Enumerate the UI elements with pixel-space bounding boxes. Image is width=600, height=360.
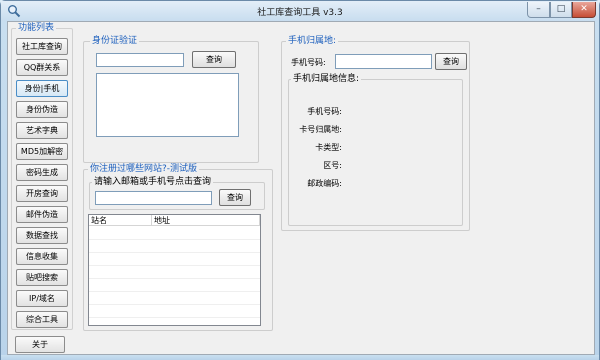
phone-number-input[interactable]: [335, 54, 432, 69]
phone-location-legend: 手机归属地:: [286, 36, 339, 46]
list-gridline: [89, 252, 260, 253]
email-phone-input[interactable]: [95, 191, 212, 205]
id-verify-legend: 身份证验证: [90, 36, 140, 46]
sidebar-item-md5[interactable]: MD5加解密: [16, 143, 68, 160]
site-check-group: 你注册过哪些网站?-测试版 请输入邮箱或手机号点击查询 查询 站名 地址: [83, 164, 273, 331]
sidebar-item-art-dict[interactable]: 艺术字典: [16, 122, 68, 139]
maximize-button[interactable]: □: [550, 2, 572, 18]
column-address[interactable]: 地址: [152, 215, 260, 226]
sidebar-item-ip-domain[interactable]: IP/域名: [16, 290, 68, 307]
sidebar-item-mail-forge[interactable]: 邮件伪造: [16, 206, 68, 223]
info-label-phone-number: 手机号码:: [307, 107, 342, 116]
sidebar-item-qq-group[interactable]: QQ群关系: [16, 59, 68, 76]
site-list-header: 站名 地址: [89, 215, 260, 226]
function-list-group: 功能列表 社工库查询 QQ群关系 身份|手机 身份伪造 艺术字典 MD5加解密 …: [11, 23, 73, 330]
info-label-card-type: 卡类型:: [315, 143, 342, 152]
sidebar-item-hotel-query[interactable]: 开房查询: [16, 185, 68, 202]
minimize-icon: –: [536, 4, 541, 14]
window-title: 社工库查询工具 v3.3: [257, 8, 343, 18]
list-gridline: [89, 239, 260, 240]
site-check-inner-group: 请输入邮箱或手机号点击查询 查询: [89, 177, 265, 210]
info-label-postal-code: 邮政编码:: [307, 179, 342, 188]
phone-info-group: 手机归属地信息: 手机号码: 卡号归属地: 卡类型: 区号: 邮政编码:: [288, 74, 463, 226]
client-area: 功能列表 社工库查询 QQ群关系 身份|手机 身份伪造 艺术字典 MD5加解密 …: [7, 21, 595, 355]
phone-info-legend: 手机归属地信息:: [291, 74, 362, 84]
info-label-area-code: 区号:: [323, 161, 342, 170]
title-bar: 社工库查询工具 v3.3 – □ ✕: [1, 1, 599, 21]
column-site-name[interactable]: 站名: [89, 215, 152, 226]
id-result-box[interactable]: [96, 73, 239, 137]
sidebar-item-id-phone[interactable]: 身份|手机: [16, 80, 68, 97]
list-gridline: [89, 317, 260, 318]
id-verify-group: 身份证验证 查询: [83, 36, 259, 163]
site-check-inner-legend: 请输入邮箱或手机号点击查询: [92, 177, 214, 187]
sidebar-item-password-gen[interactable]: 密码生成: [16, 164, 68, 181]
site-query-button[interactable]: 查询: [219, 189, 251, 206]
list-gridline: [89, 291, 260, 292]
sidebar-item-misc-tools[interactable]: 综合工具: [16, 311, 68, 328]
maximize-icon: □: [556, 4, 566, 14]
minimize-button[interactable]: –: [527, 2, 550, 18]
list-gridline: [89, 265, 260, 266]
window-bottom-border: [1, 355, 599, 360]
sidebar-item-data-search[interactable]: 数据查找: [16, 227, 68, 244]
phone-query-button[interactable]: 查询: [435, 53, 467, 70]
id-query-button[interactable]: 查询: [192, 51, 236, 68]
close-icon: ✕: [580, 4, 588, 14]
list-gridline: [89, 278, 260, 279]
function-list-legend: 功能列表: [16, 23, 57, 33]
site-list[interactable]: 站名 地址: [88, 214, 261, 326]
phone-number-label: 手机号码:: [291, 58, 326, 67]
app-window: 社工库查询工具 v3.3 – □ ✕ 功能列表 社工库查询 QQ群关系 身份|手…: [0, 0, 600, 360]
sidebar-item-tieba-search[interactable]: 贴吧搜索: [16, 269, 68, 286]
about-button[interactable]: 关于: [15, 336, 65, 353]
sidebar-item-id-forge[interactable]: 身份伪造: [16, 101, 68, 118]
site-check-legend: 你注册过哪些网站?-测试版: [88, 164, 200, 174]
list-gridline: [89, 304, 260, 305]
id-number-input[interactable]: [96, 53, 184, 67]
close-button[interactable]: ✕: [572, 2, 596, 18]
sidebar-item-info-collect[interactable]: 信息收集: [16, 248, 68, 265]
info-label-card-location: 卡号归属地:: [299, 125, 342, 134]
phone-location-group: 手机归属地: 手机号码: 查询 手机归属地信息: 手机号码: 卡号归属地: 卡类…: [281, 36, 470, 231]
sidebar-item-socialdb-query[interactable]: 社工库查询: [16, 38, 68, 55]
